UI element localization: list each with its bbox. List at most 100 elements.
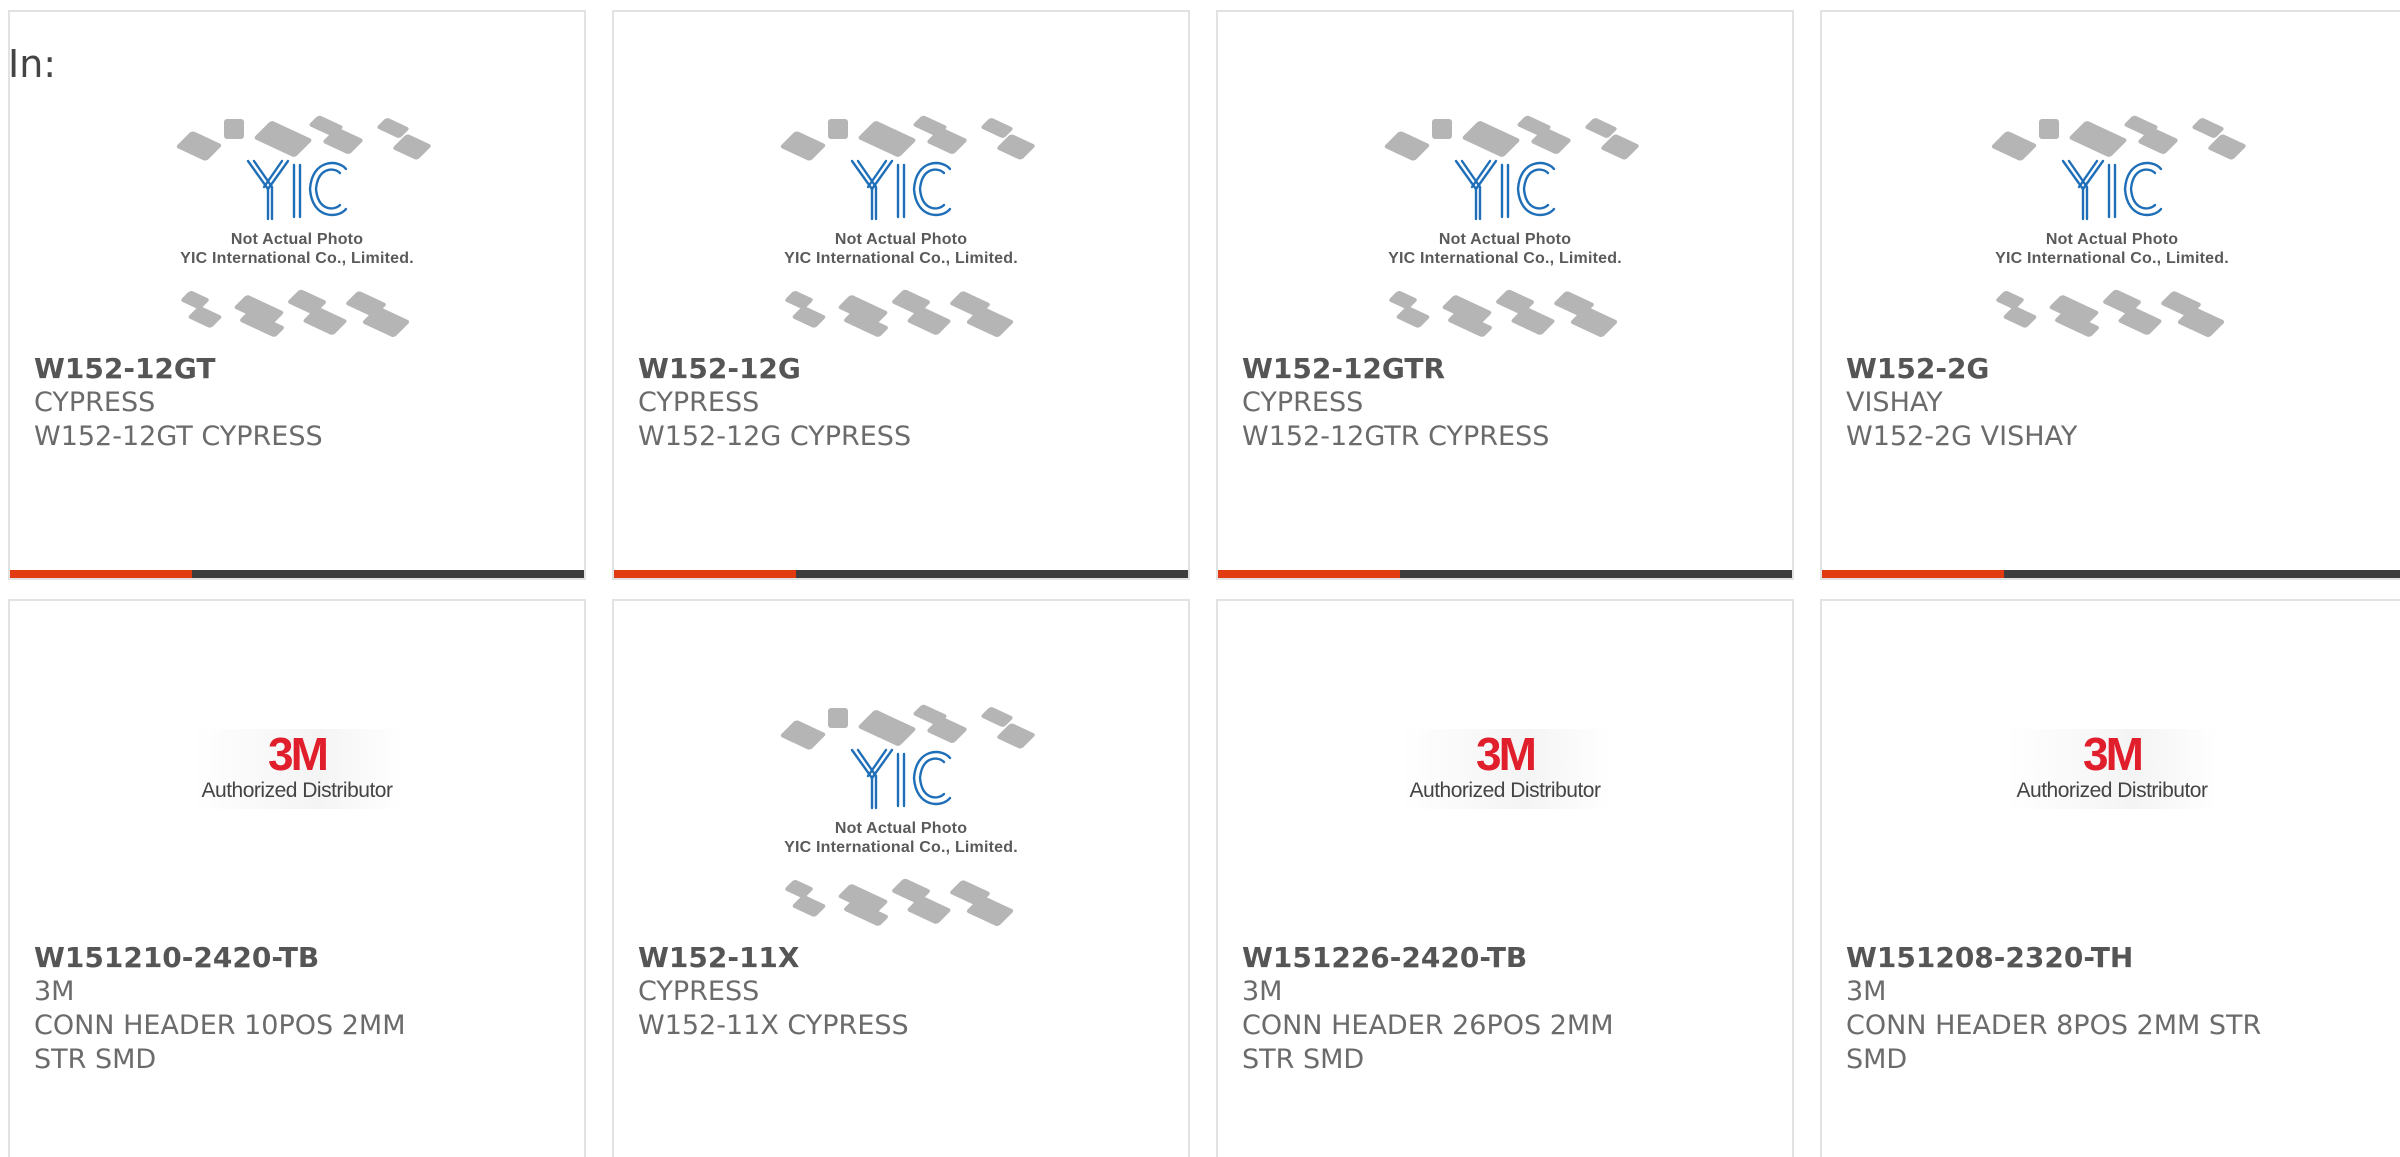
product-image[interactable]: 3M Authorized Distributor [1218,729,1792,809]
brand-subtitle: Authorized Distributor [201,779,393,802]
manufacturer: 3M [34,976,75,1007]
description: W152-11X CYPRESS [638,1010,909,1041]
brand-subtitle: Authorized Distributor [2016,779,2208,802]
yic-placeholder-image: Not Actual Photo YIC International Co., L… [1977,97,2248,338]
description: W152-12G CYPRESS [638,421,912,452]
yic-placeholder-image: Not Actual Photo YIC International Co., L… [766,97,1037,338]
brand-3m-logo: 3M [2083,728,2144,780]
chip-icon [2002,305,2038,329]
description: W152-12GT CYPRESS [34,421,323,452]
brand-subtitle: Authorized Distributor [1409,779,1601,802]
product-card[interactable]: Not Actual Photo YIC International Co., L… [1820,10,2400,580]
yic-logo-icon [850,748,952,810]
product-grid: Not Actual Photo YIC International Co., L… [8,10,2400,1157]
yic-logo-icon [2061,159,2163,221]
chip-icon [857,709,917,747]
part-number[interactable]: W152-11X [638,941,1168,975]
3m-logo-image: 3M Authorized Distributor [2007,729,2217,809]
manufacturer: CYPRESS [638,976,760,1007]
product-image[interactable]: Not Actual Photo YIC International Co., L… [10,97,584,338]
chip-icon [253,120,313,158]
chip-icon [783,290,815,310]
card-bar [10,570,584,578]
chip-icon [1994,290,2026,310]
product-image[interactable]: Not Actual Photo YIC International Co., L… [1822,97,2400,338]
placeholder-company: YIC International Co., Limited. [180,250,414,267]
product-card[interactable]: 3M Authorized Distributor W151226-2420-TB… [1216,599,1794,1157]
product-card[interactable]: Not Actual Photo YIC International Co., L… [8,10,586,580]
chip-icon [187,305,223,329]
placeholder-caption: Not Actual Photo [1438,231,1572,248]
manufacturer: 3M [1846,976,1887,1007]
part-number[interactable]: W152-12GT [34,352,564,386]
part-number[interactable]: W152-12GTR [1242,352,1772,386]
product-image[interactable]: 3M Authorized Distributor [10,729,584,809]
placeholder-caption: Not Actual Photo [834,820,968,837]
part-number[interactable]: W152-2G [1846,352,2382,386]
product-card[interactable]: Not Actual Photo YIC International Co., L… [1216,10,1794,580]
card-bar [614,570,1188,578]
product-image[interactable]: Not Actual Photo YIC International Co., L… [614,686,1188,927]
chip-icon [1383,130,1431,162]
yic-logo-icon [850,159,952,221]
part-number[interactable]: W151210-2420-TB [34,941,564,975]
3m-logo-image: 3M Authorized Distributor [192,729,402,809]
manufacturer: CYPRESS [638,387,760,418]
yic-placeholder-image: Not Actual Photo YIC International Co., L… [162,97,433,338]
description: CONN HEADER 8POS 2MM STR SMD [1846,1010,2262,1075]
yic-placeholder-image: Not Actual Photo YIC International Co., L… [766,686,1037,927]
placeholder-company: YIC International Co., Limited. [784,250,1018,267]
product-card[interactable]: Not Actual Photo YIC International Co., L… [612,10,1190,580]
chip-icon [857,120,917,158]
chip-icon [1395,305,1431,329]
chip-icon [791,305,827,329]
in-label: In: [8,42,57,86]
chip-icon [779,130,827,162]
chip-icon [2068,120,2128,158]
manufacturer: 3M [1242,976,1283,1007]
product-card[interactable]: Not Actual Photo YIC International Co., L… [612,599,1190,1157]
manufacturer: CYPRESS [1242,387,1364,418]
chip-icon [1432,119,1452,139]
manufacturer: CYPRESS [34,387,156,418]
placeholder-company: YIC International Co., Limited. [784,839,1018,856]
card-bar [1822,570,2400,578]
brand-3m-logo: 3M [268,728,329,780]
card-bar [1218,570,1792,578]
description: W152-12GTR CYPRESS [1242,421,1550,452]
chip-icon [179,290,211,310]
description: CONN HEADER 10POS 2MM STR SMD [34,1010,406,1075]
brand-3m-logo: 3M [1476,728,1537,780]
product-image[interactable]: Not Actual Photo YIC International Co., L… [614,97,1188,338]
part-number[interactable]: W151208-2320-TH [1846,941,2382,975]
part-number[interactable]: W152-12G [638,352,1168,386]
chip-icon [828,119,848,139]
placeholder-caption: Not Actual Photo [2045,231,2179,248]
chip-icon [1387,290,1419,310]
chip-icon [783,879,815,899]
chip-icon [2039,119,2059,139]
product-card[interactable]: 3M Authorized Distributor W151210-2420-TB… [8,599,586,1157]
yic-logo-icon [1454,159,1556,221]
product-card[interactable]: 3M Authorized Distributor W151208-2320-TH… [1820,599,2400,1157]
chip-icon [828,708,848,728]
chip-icon [1990,130,2038,162]
product-image[interactable]: Not Actual Photo YIC International Co., L… [1218,97,1792,338]
chip-icon [1461,120,1521,158]
chip-icon [224,119,244,139]
placeholder-caption: Not Actual Photo [834,231,968,248]
placeholder-company: YIC International Co., Limited. [1388,250,1622,267]
product-image[interactable]: 3M Authorized Distributor [1822,729,2400,809]
placeholder-company: YIC International Co., Limited. [1995,250,2229,267]
yic-logo-icon [246,159,348,221]
placeholder-caption: Not Actual Photo [230,231,364,248]
description: CONN HEADER 26POS 2MM STR SMD [1242,1010,1614,1075]
manufacturer: VISHAY [1846,387,1943,418]
chip-icon [779,719,827,751]
description: W152-2G VISHAY [1846,421,2078,452]
3m-logo-image: 3M Authorized Distributor [1400,729,1610,809]
chip-icon [791,894,827,918]
yic-placeholder-image: Not Actual Photo YIC International Co., L… [1370,97,1641,338]
part-number[interactable]: W151226-2420-TB [1242,941,1772,975]
chip-icon [175,130,223,162]
